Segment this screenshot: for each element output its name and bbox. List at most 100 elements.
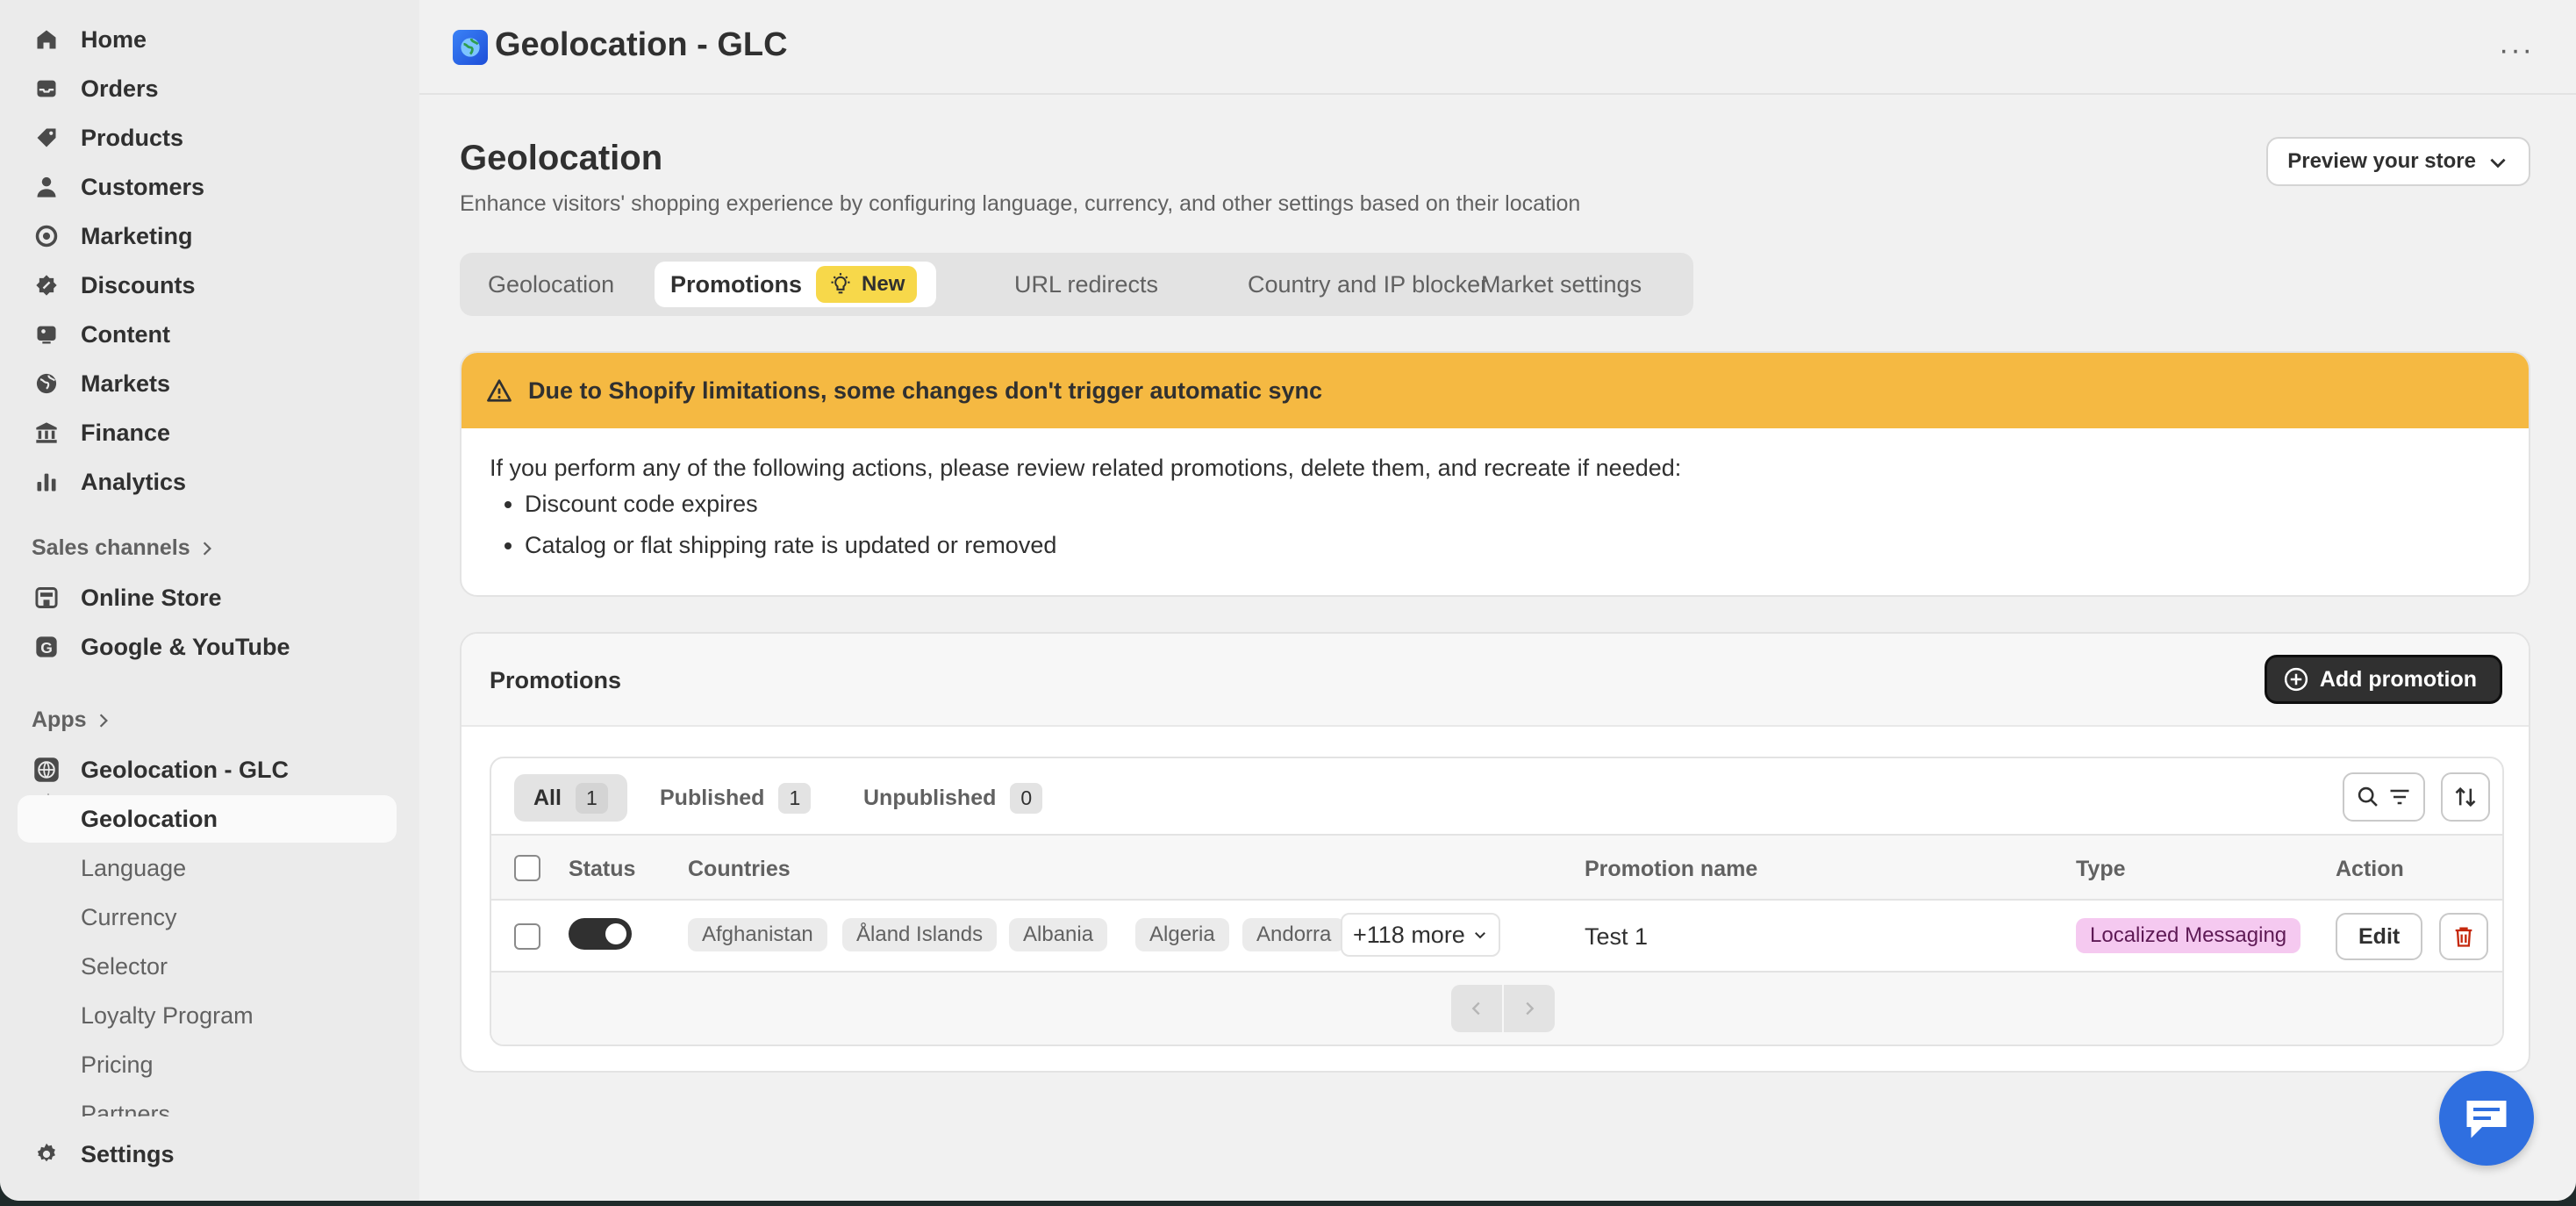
sidebar-item-label: Home [81,25,147,53]
warning-banner: Due to Shopify limitations, some changes… [460,351,2530,597]
tab-label: Country and IP blocker [1248,270,1489,298]
select-all-checkbox[interactable] [514,855,540,881]
bar-chart-icon [33,469,60,495]
sidebar-item-customers[interactable]: Customers [18,163,397,211]
sidebar-item-label: Online Store [81,584,222,611]
add-promotion-button[interactable]: Add promotion [2264,655,2502,704]
tab-url-redirects[interactable]: URL redirects [998,262,1174,307]
sidebar-item-discounts[interactable]: Discounts [18,262,397,309]
sidebar-item-orders[interactable]: Orders [18,65,397,112]
sidebar-item-label: Content [81,320,170,348]
sidebar-subitem-currency[interactable]: Currency [18,894,397,941]
new-badge: New [816,266,918,303]
sidebar-item-content[interactable]: Content [18,311,397,358]
apps-heading[interactable]: Apps [32,707,110,733]
chevron-right-icon [203,541,211,556]
sidebar-item-marketing[interactable]: Marketing [18,212,397,260]
sidebar-subitem-selector[interactable]: Selector [18,943,397,990]
column-header-status[interactable]: Status [569,857,635,882]
warning-list: Discount code expires Catalog or flat sh… [490,491,2501,559]
store-icon [33,585,60,611]
sidebar-item-label: Partners [81,1100,171,1117]
promotion-name: Test 1 [1585,923,1649,950]
row-checkbox[interactable] [514,923,540,950]
previous-page-button[interactable] [1451,985,1502,1032]
sidebar-item-label: Loyalty Program [81,1001,254,1029]
filter-lines-icon [2390,789,2409,805]
filter-tab-all[interactable]: All 1 [514,774,627,822]
sidebar-subitem-pricing[interactable]: Pricing [18,1041,397,1088]
tab-promotions[interactable]: Promotions New [655,262,937,307]
tab-label: Market settings [1481,270,1642,298]
sidebar-subitem-loyalty-program[interactable]: Loyalty Program [18,992,397,1039]
sidebar-subitem-geolocation[interactable]: Geolocation [18,795,397,843]
gear-icon [33,1141,60,1167]
tab-market-settings[interactable]: Market settings [1465,262,1657,307]
more-actions-icon[interactable]: ··· [2499,33,2534,68]
main-area: Geolocation - GLC ··· Geolocation Enhanc… [419,0,2576,1201]
filter-label: Published [660,785,765,810]
page-subtitle: Enhance visitors' shopping experience by… [460,191,1581,216]
tab-label: URL redirects [1014,270,1159,298]
sidebar-item-online-store[interactable]: Online Store [18,574,397,621]
sales-channels-heading[interactable]: Sales channels [32,535,213,561]
chevron-down-icon [2490,158,2506,169]
sidebar-item-label: Markets [81,370,171,397]
sort-icon [2455,786,2476,808]
tab-geolocation[interactable]: Geolocation [472,262,630,307]
status-toggle[interactable] [569,918,632,950]
warning-banner-header: Due to Shopify limitations, some changes… [462,353,2529,428]
edit-button[interactable]: Edit [2336,913,2423,960]
sidebar-item-markets[interactable]: Markets [18,360,397,407]
sidebar-item-products[interactable]: Products [18,114,397,162]
chevron-right-icon [1526,1001,1535,1016]
promotions-card: Promotions Add promotion All 1 Published… [460,632,2530,1073]
table-row[interactable]: Afghanistan Åland Islands Albania Algeri… [491,901,2502,973]
sidebar-item-label: Geolocation - GLC [81,756,290,783]
sidebar-item-analytics[interactable]: Analytics [18,458,397,506]
next-page-button[interactable] [1504,985,1555,1032]
tab-country-ip-blocker[interactable]: Country and IP blocker [1232,262,1504,307]
preview-store-button[interactable]: Preview your store [2266,137,2530,186]
globe-icon [33,370,60,397]
pagination [491,973,2502,1044]
sidebar-item-label: Geolocation [81,805,218,832]
promotions-title: Promotions [490,667,622,693]
sidebar-item-home[interactable]: Home [18,16,397,63]
sidebar-item-settings[interactable]: Settings [18,1131,397,1178]
column-header-countries[interactable]: Countries [688,857,791,882]
lightbulb-icon [831,273,850,294]
sidebar-subitem-partners[interactable]: Partners [18,1090,397,1117]
app-logo-icon [453,30,488,65]
sidebar-item-label: Google & YouTube [81,633,290,660]
filter-count: 1 [778,782,812,814]
sidebar-item-finance[interactable]: Finance [18,409,397,456]
preview-store-label: Preview your store [2287,149,2476,173]
sidebar-item-geolocation-glc[interactable]: Geolocation - GLC [18,746,397,793]
chat-bubble-button[interactable] [2439,1071,2534,1166]
toggle-knob [605,923,626,944]
sidebar-item-label: Language [81,854,187,881]
delete-button[interactable] [2439,913,2488,960]
sidebar-subitem-language[interactable]: Language [18,844,397,892]
sidebar-item-google-youtube[interactable]: G Google & YouTube [18,623,397,671]
sidebar-item-label: Selector [81,952,168,980]
column-header-promotion-name[interactable]: Promotion name [1585,857,1757,882]
search-filter-button[interactable] [2343,772,2425,822]
add-promotion-label: Add promotion [2319,666,2477,692]
filter-tab-published[interactable]: Published 1 [640,774,830,822]
sort-button[interactable] [2441,772,2490,822]
home-icon [33,26,60,53]
country-tag: Albania [1009,918,1108,951]
country-tag: Algeria [1135,918,1229,951]
app-window: Home Orders Products Customers Marketing [0,0,2576,1201]
filter-tab-unpublished[interactable]: Unpublished 0 [844,774,1062,822]
sidebar-item-label: Customers [81,173,205,200]
more-countries-button[interactable]: +118 more [1341,913,1500,957]
column-header-type[interactable]: Type [2076,857,2126,882]
sidebar-item-label: Currency [81,903,177,930]
discount-icon [33,272,60,298]
